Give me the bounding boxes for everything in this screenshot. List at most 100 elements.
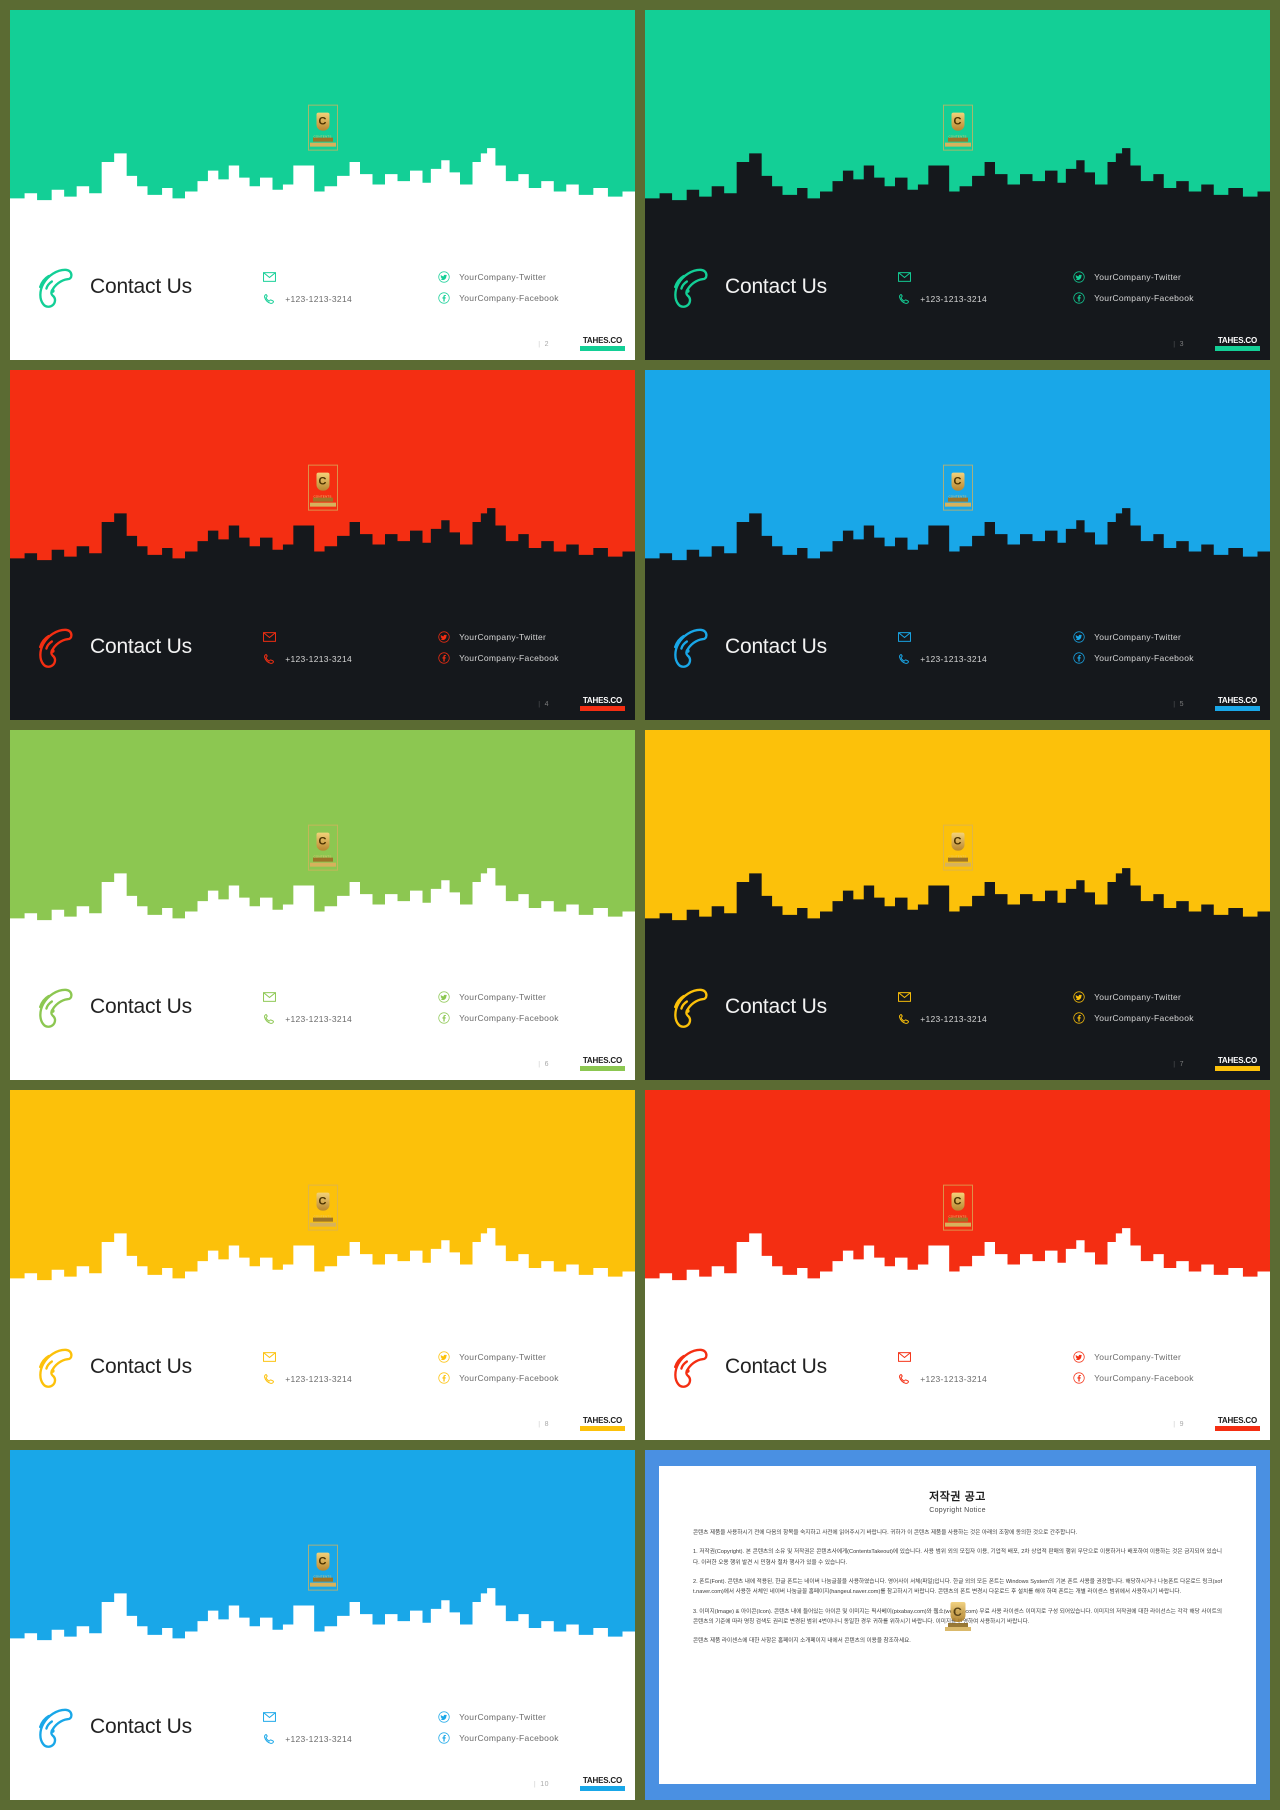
facebook-row[interactable]: YourCompany-Facebook — [1073, 1372, 1248, 1384]
twitter-handle: YourCompany-Twitter — [459, 1352, 547, 1362]
phone-row[interactable]: +123-1213-3214 — [898, 653, 1073, 666]
contact-col-mid-3: +123-1213-3214 — [898, 268, 1073, 306]
contact-col-right-5: YourCompany-Twitter YourCompany-Facebook — [1073, 629, 1248, 664]
slide-thumbnail-7[interactable]: C CONTENTS Contact Us +123-1213-3214 You… — [645, 730, 1270, 1080]
contact-title-5: Contact Us — [665, 622, 898, 672]
twitter-handle: YourCompany-Twitter — [1094, 272, 1182, 282]
phone-row[interactable]: +123-1213-3214 — [263, 293, 438, 306]
slide-thumbnail-2[interactable]: C CONTENTS Contact Us +123-1213-3214 You… — [10, 10, 635, 360]
skyline-3 — [645, 136, 1270, 213]
twitter-icon — [1073, 631, 1085, 643]
email-row[interactable] — [263, 990, 438, 1004]
contact-title-3: Contact Us — [665, 262, 898, 312]
email-row[interactable] — [263, 630, 438, 644]
facebook-row[interactable]: YourCompany-Facebook — [438, 1732, 613, 1744]
slide-thumbnail-5[interactable]: C CONTENTS Contact Us +123-1213-3214 You… — [645, 370, 1270, 720]
contact-col-right-2: YourCompany-Twitter YourCompany-Facebook — [438, 269, 613, 304]
phone-row[interactable]: +123-1213-3214 — [898, 293, 1073, 306]
phone-number: +123-1213-3214 — [920, 654, 988, 664]
contact-col-right-8: YourCompany-Twitter YourCompany-Facebook — [438, 1349, 613, 1384]
slide-thumbnail-9[interactable]: C CONTENTS Contact Us +123-1213-3214 You… — [645, 1090, 1270, 1440]
contact-title-label: Contact Us — [90, 634, 192, 658]
phone-row[interactable]: +123-1213-3214 — [898, 1013, 1073, 1026]
page-number-9: | 9 — [1173, 1421, 1184, 1428]
slide-thumbnail-6[interactable]: C CONTENTS Contact Us +123-1213-3214 You… — [10, 730, 635, 1080]
email-row[interactable] — [898, 270, 1073, 284]
slide-thumbnail-10[interactable]: C CONTENTS Contact Us +123-1213-3214 You… — [10, 1450, 635, 1800]
phone-ring-icon — [673, 268, 708, 308]
twitter-handle: YourCompany-Twitter — [459, 632, 547, 642]
twitter-icon — [438, 1711, 450, 1723]
email-row[interactable] — [898, 1350, 1073, 1364]
skyline-7 — [645, 856, 1270, 933]
facebook-icon — [1073, 292, 1085, 304]
phone-row[interactable]: +123-1213-3214 — [898, 1373, 1073, 1386]
envelope-icon — [263, 991, 277, 1002]
slide-thumbnail-3[interactable]: C CONTENTS Contact Us +123-1213-3214 You… — [645, 10, 1270, 360]
slide-thumbnail-grid: C CONTENTS Contact Us +123-1213-3214 You… — [0, 0, 1280, 1810]
envelope-icon — [263, 1351, 277, 1362]
twitter-handle: YourCompany-Twitter — [459, 1712, 547, 1722]
facebook-row[interactable]: YourCompany-Facebook — [1073, 1012, 1248, 1024]
handset-icon — [899, 653, 910, 664]
contact-title-7: Contact Us — [665, 982, 898, 1032]
twitter-row[interactable]: YourCompany-Twitter — [1073, 271, 1248, 283]
phone-row[interactable]: +123-1213-3214 — [263, 653, 438, 666]
contact-col-mid-8: +123-1213-3214 — [263, 1348, 438, 1386]
brand-badge-3: TAHES.CO — [1214, 336, 1260, 351]
phone-row[interactable]: +123-1213-3214 — [263, 1013, 438, 1026]
twitter-handle: YourCompany-Twitter — [1094, 992, 1182, 1002]
email-row[interactable] — [263, 270, 438, 284]
twitter-row[interactable]: YourCompany-Twitter — [1073, 631, 1248, 643]
slide-sky-5: C CONTENTS — [645, 370, 1270, 573]
slide-sky-10: C CONTENTS — [10, 1450, 635, 1653]
twitter-row[interactable]: YourCompany-Twitter — [438, 1711, 613, 1723]
twitter-icon — [1073, 991, 1085, 1003]
page-number-8: | 8 — [538, 1421, 549, 1428]
phone-number: +123-1213-3214 — [285, 1374, 353, 1384]
facebook-row[interactable]: YourCompany-Facebook — [1073, 652, 1248, 664]
contact-col-mid-9: +123-1213-3214 — [898, 1348, 1073, 1386]
page-number-3: | 3 — [1173, 341, 1184, 348]
skyline-10 — [10, 1576, 635, 1653]
copyright-paper: 저작권 공고 Copyright Notice 콘텐츠 제품을 사용하시기 전에… — [659, 1466, 1256, 1784]
slide-sky-6: C CONTENTS — [10, 730, 635, 933]
email-row[interactable] — [263, 1710, 438, 1724]
twitter-row[interactable]: YourCompany-Twitter — [1073, 1351, 1248, 1363]
facebook-handle: YourCompany-Facebook — [459, 653, 559, 663]
facebook-handle: YourCompany-Facebook — [1094, 653, 1194, 663]
email-row[interactable] — [263, 1350, 438, 1364]
facebook-row[interactable]: YourCompany-Facebook — [438, 292, 613, 304]
facebook-icon — [438, 1732, 450, 1744]
twitter-row[interactable]: YourCompany-Twitter — [1073, 991, 1248, 1003]
twitter-row[interactable]: YourCompany-Twitter — [438, 991, 613, 1003]
skyline-4 — [10, 496, 635, 573]
contact-title-9: Contact Us — [665, 1342, 898, 1392]
twitter-icon — [438, 631, 450, 643]
facebook-row[interactable]: YourCompany-Facebook — [438, 1012, 613, 1024]
contact-title-label: Contact Us — [725, 274, 827, 298]
contact-title-4: Contact Us — [30, 622, 263, 672]
envelope-icon — [898, 631, 912, 642]
facebook-row[interactable]: YourCompany-Facebook — [1073, 292, 1248, 304]
facebook-handle: YourCompany-Facebook — [1094, 293, 1194, 303]
twitter-handle: YourCompany-Twitter — [459, 272, 547, 282]
email-row[interactable] — [898, 990, 1073, 1004]
contact-col-mid-6: +123-1213-3214 — [263, 988, 438, 1026]
facebook-icon — [438, 1372, 450, 1384]
phone-row[interactable]: +123-1213-3214 — [263, 1373, 438, 1386]
twitter-row[interactable]: YourCompany-Twitter — [438, 271, 613, 283]
contact-col-mid-4: +123-1213-3214 — [263, 628, 438, 666]
facebook-row[interactable]: YourCompany-Facebook — [438, 1372, 613, 1384]
twitter-row[interactable]: YourCompany-Twitter — [438, 631, 613, 643]
contact-col-right-10: YourCompany-Twitter YourCompany-Facebook — [438, 1709, 613, 1744]
brand-badge-7: TAHES.CO — [1214, 1056, 1260, 1071]
slide-thumbnail-copyright[interactable]: 저작권 공고 Copyright Notice 콘텐츠 제품을 사용하시기 전에… — [645, 1450, 1270, 1800]
phone-row[interactable]: +123-1213-3214 — [263, 1733, 438, 1746]
email-row[interactable] — [898, 630, 1073, 644]
slide-thumbnail-4[interactable]: C CONTENTS Contact Us +123-1213-3214 You… — [10, 370, 635, 720]
slide-thumbnail-8[interactable]: C CONTENTS Contact Us +123-1213-3214 You… — [10, 1090, 635, 1440]
facebook-row[interactable]: YourCompany-Facebook — [438, 652, 613, 664]
phone-ring-icon — [38, 1348, 73, 1388]
twitter-row[interactable]: YourCompany-Twitter — [438, 1351, 613, 1363]
